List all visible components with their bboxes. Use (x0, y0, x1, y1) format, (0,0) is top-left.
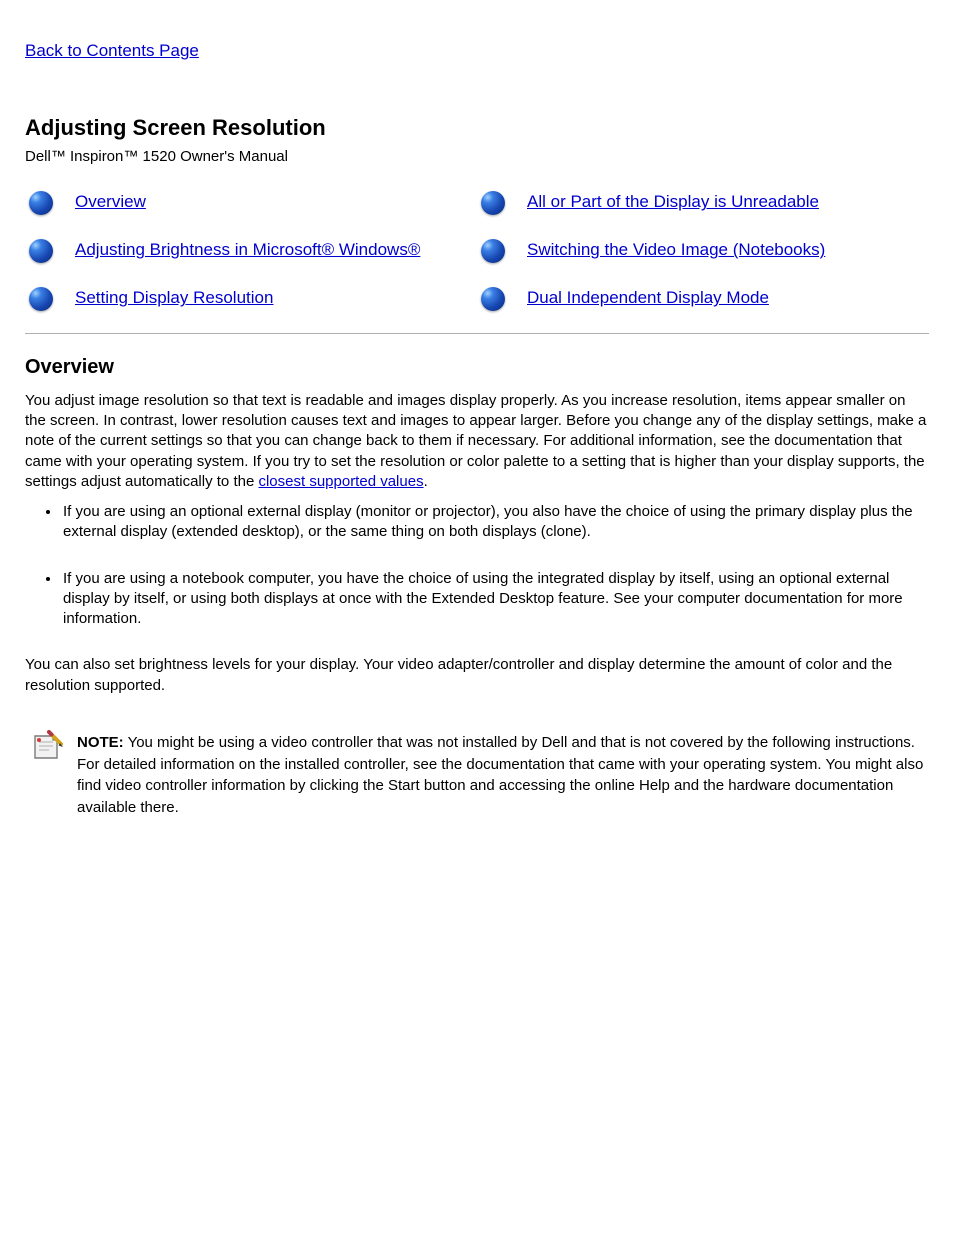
toc-link-switching: Switching the Video Image (Notebooks) (477, 239, 929, 263)
toc-link[interactable]: Switching the Video Image (Notebooks) (527, 239, 825, 262)
toc-link[interactable]: All or Part of the Display is Unreadable (527, 191, 819, 214)
toc-link-resolution: Setting Display Resolution (25, 287, 477, 311)
page-title: Adjusting Screen Resolution (25, 113, 929, 143)
section-heading-overview: Overview (25, 354, 929, 381)
manual-subtitle: Dell™ Inspiron™ 1520 Owner's Manual (25, 147, 929, 167)
toc-link-overview: Overview (25, 191, 477, 215)
toc-links-grid: Overview All or Part of the Display is U… (25, 191, 929, 311)
bullet-icon (29, 239, 53, 263)
divider (25, 333, 929, 334)
closest-supported-values-link[interactable]: closest supported values (258, 473, 423, 490)
toc-link[interactable]: Dual Independent Display Mode (527, 287, 769, 310)
list-item: If you are using a notebook computer, yo… (61, 569, 929, 630)
bullet-icon (29, 191, 53, 215)
toc-link-dual-display: Dual Independent Display Mode (477, 287, 929, 311)
closing-paragraph: You can also set brightness levels for y… (25, 655, 929, 696)
note-text: NOTE: You might be using a video control… (77, 730, 929, 819)
note-block: NOTE: You might be using a video control… (25, 730, 929, 819)
bullet-icon (29, 287, 53, 311)
list-item: If you are using an optional external di… (61, 502, 929, 543)
note-icon (31, 730, 63, 762)
toc-link[interactable]: Adjusting Brightness in Microsoft® Windo… (75, 239, 420, 262)
note-prefix: NOTE: (77, 734, 124, 751)
back-link[interactable]: Back to Contents Page (25, 41, 199, 60)
intro-text-before: You adjust image resolution so that text… (25, 392, 926, 490)
toc-link-brightness: Adjusting Brightness in Microsoft® Windo… (25, 239, 477, 263)
overview-list: If you are using an optional external di… (25, 502, 929, 629)
toc-link[interactable]: Overview (75, 191, 146, 214)
bullet-icon (481, 191, 505, 215)
toc-link-unreadable: All or Part of the Display is Unreadable (477, 191, 929, 215)
bullet-icon (481, 287, 505, 311)
bullet-icon (481, 239, 505, 263)
intro-text-after: . (424, 473, 428, 490)
toc-link[interactable]: Setting Display Resolution (75, 287, 273, 310)
note-body: You might be using a video controller th… (77, 734, 923, 816)
intro-paragraph: You adjust image resolution so that text… (25, 391, 929, 492)
